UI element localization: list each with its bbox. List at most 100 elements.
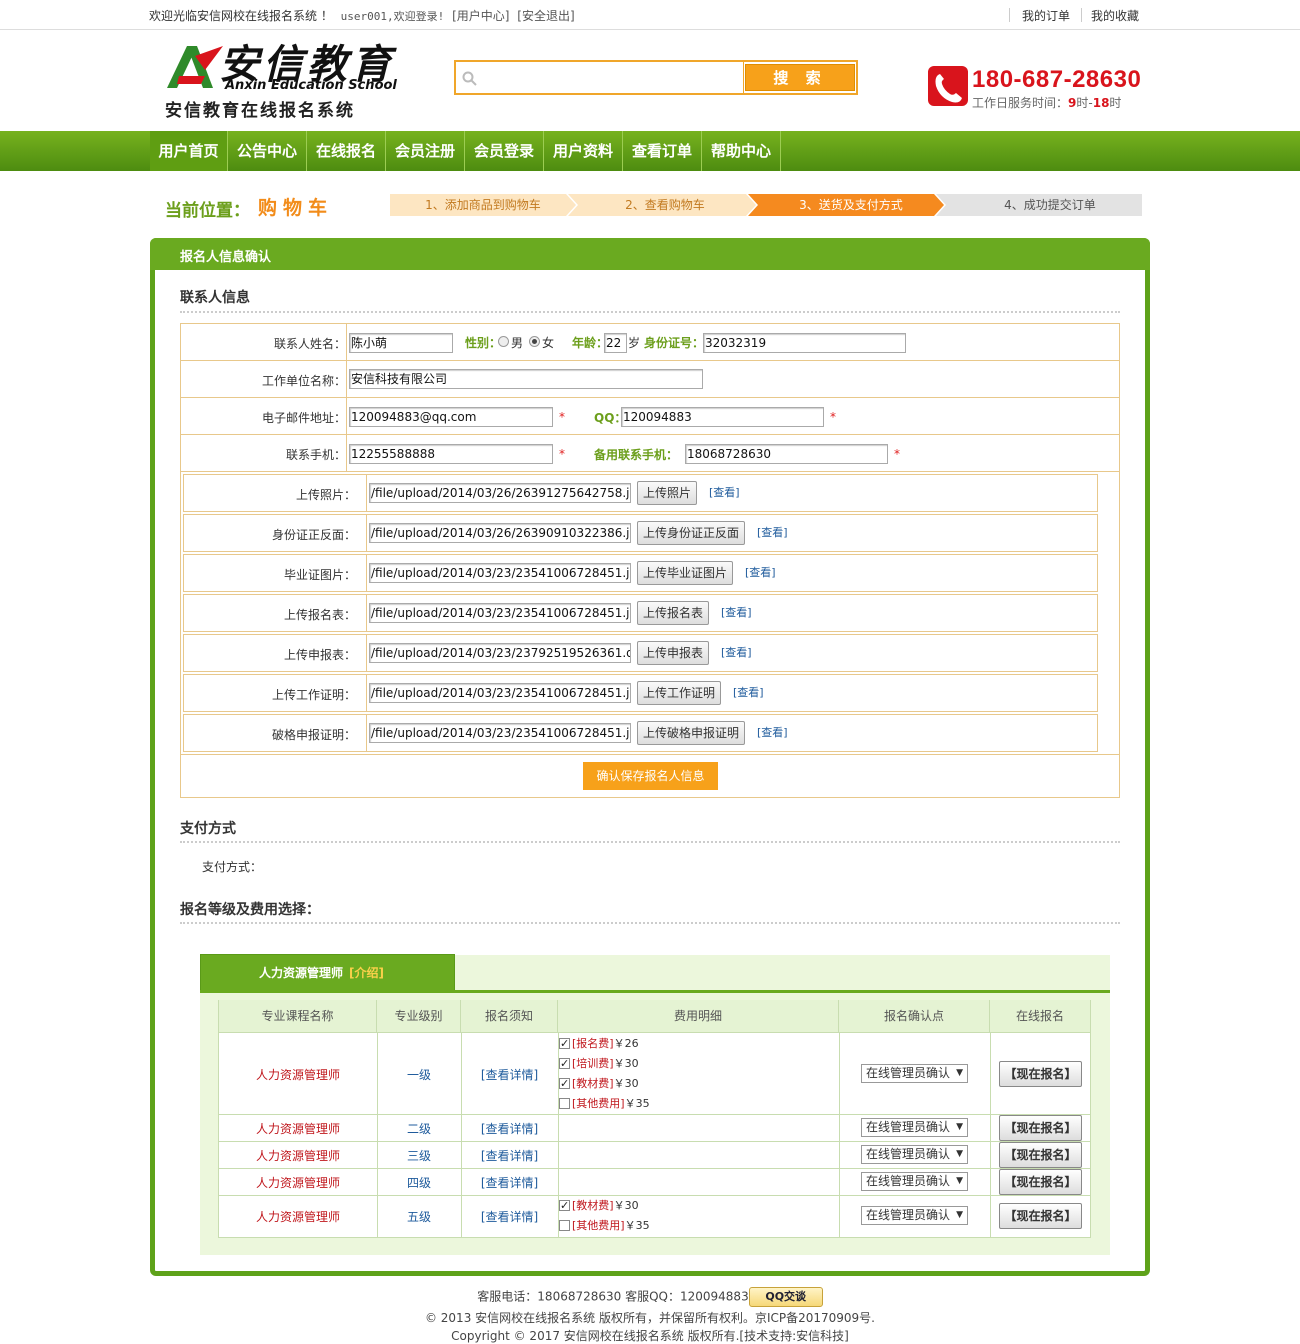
course-level: 一级: [406, 1068, 431, 1082]
confirm-point-select[interactable]: 在线管理员确认: [861, 1145, 968, 1164]
view-details-link[interactable]: [查看详情]: [461, 1147, 558, 1164]
search-input[interactable]: [456, 62, 744, 93]
backup-mobile-input[interactable]: 18068728630: [685, 444, 888, 464]
email-input[interactable]: 120094883@qq.com: [349, 407, 553, 427]
confirm-point-select[interactable]: 在线管理员确认: [861, 1064, 968, 1083]
view-link[interactable]: [查看]: [721, 644, 752, 660]
view-link[interactable]: [查看]: [733, 684, 764, 700]
fee-checkbox[interactable]: [559, 1036, 570, 1052]
confirm-point-select[interactable]: 在线管理员确认: [861, 1172, 968, 1191]
course-intro-link[interactable]: [介绍]: [349, 966, 384, 980]
qq-chat-button[interactable]: QQ交谈: [748, 1287, 823, 1307]
view-details-link[interactable]: [查看详情]: [461, 1174, 558, 1191]
nav-item-home[interactable]: 用户首页: [150, 131, 228, 171]
breadcrumb-value: 购物车: [258, 197, 334, 219]
qq-input[interactable]: 120094883: [621, 407, 824, 427]
view-details-link[interactable]: [查看详情]: [461, 1120, 558, 1137]
fee-checkbox[interactable]: [559, 1076, 570, 1092]
logout-link[interactable]: [安全退出]: [517, 9, 574, 23]
upload-path-input[interactable]: /file/upload/2014/03/26/26391275642758.j…: [369, 483, 631, 503]
welcome-text: 欢迎光临安信网校在线报名系统 ！ user001,欢迎登录! [用户中心] [安…: [149, 7, 575, 24]
fee-checkbox[interactable]: [559, 1198, 570, 1214]
upload-photo-button[interactable]: 上传照片: [637, 481, 698, 505]
divider: [366, 634, 367, 672]
my-orders-link[interactable]: 我的订单: [1022, 7, 1070, 24]
register-now-button[interactable]: 【现在报名】: [999, 1115, 1082, 1141]
gender-female-label: 女: [542, 336, 555, 350]
upload-exception-proof-button[interactable]: 上传破格申报证明: [637, 721, 746, 745]
fee-item: [教材费]￥30: [559, 1198, 639, 1214]
register-now-button[interactable]: 【现在报名】: [999, 1169, 1082, 1195]
fee-checkbox[interactable]: [559, 1219, 570, 1231]
company-input[interactable]: 安信科技有限公司: [349, 369, 703, 389]
nav-item-view-orders[interactable]: 查看订单: [623, 131, 702, 171]
register-now-button[interactable]: 【现在报名】: [999, 1061, 1082, 1087]
nav-item-announcements[interactable]: 公告中心: [228, 131, 307, 171]
age-label: 年龄：: [572, 336, 609, 350]
register-now-button[interactable]: 【现在报名】: [999, 1142, 1082, 1168]
view-link[interactable]: [查看]: [709, 484, 740, 500]
id-number-input[interactable]: 32032319: [703, 333, 906, 353]
search-button[interactable]: 搜 索: [745, 64, 855, 91]
nav-item-online-registration[interactable]: 在线报名: [307, 131, 386, 171]
footer-contact: 客服电话：18068728630 客服QQ：120094883 QQ交谈: [0, 1287, 1300, 1307]
upload-id-card-button[interactable]: 上传身份证正反面: [637, 521, 746, 545]
upload-work-proof-button[interactable]: 上传工作证明: [637, 681, 722, 705]
panel-title: 报名人信息确认: [180, 250, 272, 265]
confirm-point-select[interactable]: 在线管理员确认: [861, 1206, 968, 1225]
upload-path-input[interactable]: /file/upload/2014/03/23/23541006728451.j…: [369, 603, 631, 623]
step-4: 4、成功提交订单: [1004, 198, 1096, 212]
save-registrant-button[interactable]: 确认保存报名人信息: [583, 762, 718, 790]
upload-path-input[interactable]: /file/upload/2014/03/23/23541006728451.j…: [369, 723, 631, 743]
user-center-link[interactable]: [用户中心]: [452, 9, 509, 23]
id-number-label: 身份证号：: [644, 336, 705, 350]
gender-male-radio[interactable]: [498, 336, 509, 347]
confirm-point-select[interactable]: 在线管理员确认: [861, 1118, 968, 1137]
name-input[interactable]: 陈小萌: [349, 333, 453, 353]
view-details-link[interactable]: [查看详情]: [461, 1066, 558, 1083]
my-favorites-link[interactable]: 我的收藏: [1091, 7, 1139, 24]
mobile-input[interactable]: 12255588888: [349, 444, 553, 464]
column-header: 费用明细: [558, 1000, 839, 1033]
view-link[interactable]: [查看]: [757, 524, 788, 540]
divider: [990, 1033, 991, 1237]
fee-checkbox[interactable]: [559, 1097, 570, 1109]
backup-mobile-label: 备用联系手机：: [594, 448, 679, 462]
course-level: 二级: [406, 1122, 431, 1136]
nav-item-user-profile[interactable]: 用户资料: [544, 131, 623, 171]
upload-diploma-button[interactable]: 上传毕业证图片: [637, 561, 734, 585]
divider: [180, 922, 1120, 924]
upload-path-input[interactable]: /file/upload/2014/03/23/23792519526361.d…: [369, 643, 631, 663]
gender-label: 性别：: [465, 336, 502, 350]
upload-registration-form-button[interactable]: 上传报名表: [637, 601, 710, 625]
view-link[interactable]: [查看]: [757, 724, 788, 740]
fee-checkbox[interactable]: [559, 1056, 570, 1072]
fee-item: [报名费]￥26: [559, 1036, 639, 1052]
register-now-button[interactable]: 【现在报名】: [999, 1203, 1082, 1229]
upload-label: 破格申报证明：: [271, 728, 356, 742]
panel-header: 报名人信息确认: [150, 238, 1150, 270]
upload-label: 上传申报表：: [283, 648, 356, 662]
upload-label: 毕业证图片：: [283, 568, 356, 582]
tab-course[interactable]: 人力资源管理师 [介绍]: [200, 954, 455, 992]
payment-section-title: 支付方式: [180, 821, 236, 837]
nav-item-member-login[interactable]: 会员登录: [465, 131, 544, 171]
view-link[interactable]: [查看]: [721, 604, 752, 620]
course-tab-name: 人力资源管理师: [259, 966, 344, 980]
age-input[interactable]: 22: [604, 333, 627, 353]
nav-item-member-register[interactable]: 会员注册: [386, 131, 465, 171]
search-box: 搜 索: [454, 60, 858, 95]
site-logo[interactable]: 安信教育 Anxin Education School 安信教育在线报名系统: [163, 36, 403, 121]
upload-declaration-button[interactable]: 上传申报表: [637, 641, 710, 665]
course-name: 人力资源管理师: [255, 1176, 340, 1190]
course-level: 五级: [406, 1210, 431, 1224]
nav-item-help-center[interactable]: 帮助中心: [702, 131, 781, 171]
view-link[interactable]: [查看]: [745, 564, 776, 580]
gender-female-radio[interactable]: [529, 336, 540, 347]
upload-path-input[interactable]: /file/upload/2014/03/26/26390910322386.j…: [369, 523, 631, 543]
upload-path-input[interactable]: /file/upload/2014/03/23/23541006728451.j…: [369, 683, 631, 703]
divider: [1009, 8, 1010, 22]
divider: [219, 1114, 1090, 1115]
view-details-link[interactable]: [查看详情]: [461, 1208, 558, 1225]
upload-path-input[interactable]: /file/upload/2014/03/23/23541006728451.j…: [369, 563, 631, 583]
